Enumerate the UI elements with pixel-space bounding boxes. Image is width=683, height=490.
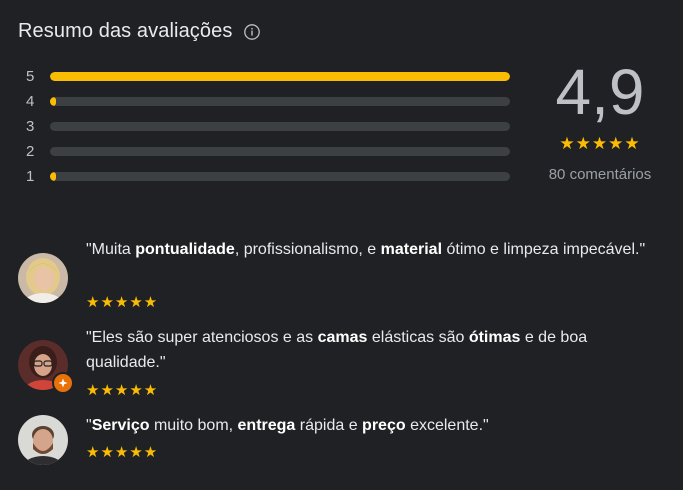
review-text-part: "Eles são super atenciosos e as	[86, 329, 318, 346]
average-stars: ★★★★★	[559, 134, 641, 153]
rating-distribution: 5 4 3 2 1	[26, 64, 516, 189]
rating-label: 2	[26, 143, 35, 160]
rating-bar-track	[50, 72, 510, 81]
review-highlight: entrega	[237, 417, 296, 434]
review-text-part: "Muita	[86, 241, 136, 258]
review-text-part: excelente."	[405, 417, 489, 434]
info-icon[interactable]	[243, 23, 261, 41]
review-highlight: material	[380, 241, 443, 258]
rating-bar-fill	[50, 172, 56, 181]
rating-label: 5	[26, 68, 35, 85]
summary-header: Resumo das avaliações	[18, 20, 261, 43]
review-text-part: muito bom,	[149, 417, 238, 434]
review-count-link[interactable]: 80 comentários	[530, 166, 670, 183]
rating-summary: 4,9 ★★★★★ 80 comentários	[530, 56, 670, 183]
avatar	[18, 253, 68, 303]
section-title: Resumo das avaliações	[18, 20, 233, 42]
review-highlight: preço	[362, 417, 406, 434]
rating-bar-fill	[50, 72, 510, 81]
review-text: "Muita pontualidade, profissionalismo, e…	[86, 237, 646, 262]
rating-row-1[interactable]: 1	[26, 164, 516, 189]
review-text-part: rápida e	[295, 417, 363, 434]
rating-bar-track	[50, 97, 510, 106]
rating-bar-track	[50, 122, 510, 131]
review-highlight: camas	[317, 329, 368, 346]
rating-label: 3	[26, 118, 35, 135]
review-highlight: Serviço	[91, 417, 150, 434]
review-stars: ★★★★★	[86, 294, 159, 311]
rating-bar-track	[50, 172, 510, 181]
review-text: "Serviço muito bom, entrega rápida e pre…	[86, 413, 646, 438]
review-highlight: ótimas	[468, 329, 521, 346]
rating-row-2[interactable]: 2	[26, 139, 516, 164]
review-highlight: pontualidade	[135, 241, 235, 258]
rating-row-5[interactable]: 5	[26, 64, 516, 89]
review-text-part: ótimo e limpeza impecável."	[442, 241, 646, 258]
rating-bar-fill	[50, 97, 56, 106]
rating-label: 4	[26, 93, 35, 110]
local-guide-badge-icon	[52, 372, 74, 394]
average-score: 4,9	[555, 56, 645, 128]
rating-label: 1	[26, 168, 35, 185]
rating-row-3[interactable]: 3	[26, 114, 516, 139]
review-text-part: elásticas são	[367, 329, 469, 346]
rating-row-4[interactable]: 4	[26, 89, 516, 114]
review-stars: ★★★★★	[86, 382, 159, 399]
rating-bar-track	[50, 147, 510, 156]
review-text-part: , profissionalismo, e	[234, 241, 381, 258]
review-stars: ★★★★★	[86, 444, 159, 461]
review-text: "Eles são super atenciosos e as camas el…	[86, 325, 646, 375]
avatar	[18, 415, 68, 465]
